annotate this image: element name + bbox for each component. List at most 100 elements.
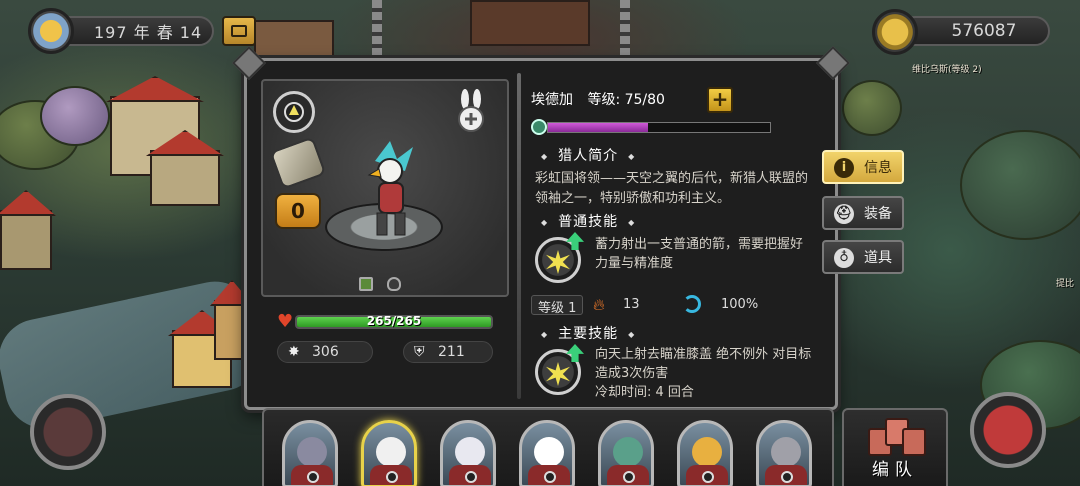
class-emblem-icon — [284, 102, 304, 122]
hp-bar: ♥ 265/265 — [277, 313, 493, 331]
house — [146, 130, 224, 206]
potion-icon: ♁ — [834, 248, 854, 268]
telescope-icon[interactable] — [269, 136, 327, 190]
gold-coin-icon — [872, 9, 918, 55]
chain-decoration — [372, 0, 382, 60]
class-mark-icon — [386, 471, 398, 483]
main-skill-description: 向天上射去瞄准膝盖 绝不例外 对目标造成3次伤害 冷却时间: 4 回合 — [595, 345, 813, 402]
battle-emblem-icon[interactable] — [970, 392, 1046, 468]
hunter-class-icon[interactable] — [273, 91, 315, 133]
helmet-icon: ⛑︎ — [834, 204, 854, 224]
hero-face — [771, 437, 801, 467]
hero-tags — [359, 277, 401, 291]
hero-level: 等级: 75/80 — [587, 92, 665, 108]
main-skill-icon[interactable] — [535, 344, 584, 395]
tab-info[interactable]: i 信息 — [822, 150, 904, 184]
tab-items[interactable]: ♁ 道具 — [822, 240, 904, 274]
tree — [960, 130, 1080, 240]
main-skill-cooldown: 冷却时间: 4 回合 — [595, 385, 694, 400]
xp-bar — [531, 119, 771, 135]
hero-face — [534, 437, 564, 467]
normal-skill-description: 蓄力射出一支普通的箭，需要把握好力量与精准度 — [595, 237, 804, 271]
xp-track — [547, 122, 771, 133]
hp-text: 265/265 — [366, 314, 422, 328]
house — [0, 190, 56, 270]
panel-divider — [517, 73, 521, 399]
tree — [40, 86, 110, 146]
normal-skill-icon[interactable] — [535, 232, 584, 283]
season-clock-icon[interactable] — [28, 8, 74, 54]
hero-name-row: 埃德加 等级: 75/80 — [531, 89, 665, 109]
house — [470, 0, 590, 46]
roster-portrait-3[interactable] — [440, 420, 496, 486]
hero-face — [455, 437, 485, 467]
defense-value: 211 — [438, 344, 465, 360]
shield-tag-icon — [387, 277, 401, 291]
flame-value: 13 — [623, 297, 640, 312]
roster-portrait-5[interactable] — [598, 420, 654, 486]
weapon-tag-icon — [359, 277, 373, 291]
upgrade-arrow-icon[interactable] — [566, 344, 584, 362]
rabbit-icon — [458, 89, 484, 132]
rank-number: 0 — [291, 199, 305, 223]
hero-roster — [262, 408, 834, 486]
roster-portrait-6[interactable] — [677, 420, 733, 486]
class-mark-icon — [544, 471, 556, 483]
bio-title: 猎人简介 — [541, 145, 635, 165]
arrow-volley-icon — [546, 362, 570, 386]
main-skill-title: 主要技能 — [541, 323, 635, 343]
date-text: 197 年 春 14 — [94, 23, 203, 42]
roster-portrait-2[interactable] — [361, 420, 417, 486]
class-mark-icon — [623, 471, 635, 483]
accuracy-icon — [683, 295, 701, 313]
main-skill-text: 向天上射去瞄准膝盖 绝不例外 对目标造成3次伤害 — [595, 347, 812, 381]
defense-stat: ⛨ 211 — [403, 341, 493, 363]
hero-figure — [355, 141, 425, 241]
tab-items-label: 道具 — [864, 250, 892, 266]
roster-portrait-7[interactable] — [756, 420, 812, 486]
calendar-icon — [231, 25, 247, 37]
class-mark-icon — [307, 471, 319, 483]
hero-face — [297, 437, 327, 467]
town-menu-icon[interactable] — [30, 394, 106, 470]
info-icon: i — [834, 158, 854, 178]
xp-fill — [548, 123, 648, 132]
plus-icon: + — [711, 87, 729, 111]
hero-details: 埃德加 等级: 75/80 + 猎人简介 彩虹国将领——天空之翼的后代，新猎人联… — [531, 79, 821, 402]
accuracy-value: 100% — [721, 297, 759, 312]
skill-level-badge: 等级 1 — [531, 295, 584, 316]
house — [254, 20, 334, 60]
flame-icon: 🔥︎ — [593, 295, 605, 314]
normal-skill-title: 普通技能 — [541, 211, 635, 231]
hero-info-panel: 0 ♥ 265/265 ✸ 306 ⛨ 211 埃德加 等级: 75/80 + … — [244, 58, 838, 410]
attack-stat: ✸ 306 — [277, 341, 373, 363]
rabbit-add-icon[interactable] — [451, 89, 491, 133]
class-mark-icon — [465, 471, 477, 483]
arrow-burst-icon — [546, 250, 570, 274]
defense-shield-icon: ⛨ — [414, 344, 425, 360]
tab-equipment-label: 装备 — [864, 206, 892, 222]
hero-face — [692, 437, 722, 467]
tree — [842, 80, 902, 136]
roster-portrait-4[interactable] — [519, 420, 575, 486]
team-formation-label: 编队 — [872, 460, 918, 480]
hero-portrait-view: 0 — [261, 79, 509, 297]
attack-value: 306 — [312, 344, 339, 360]
upgrade-arrow-icon[interactable] — [566, 232, 584, 250]
class-mark-icon — [781, 471, 793, 483]
calendar-button[interactable] — [222, 16, 256, 46]
team-formation-button[interactable]: 编队 — [842, 408, 948, 486]
hero-face — [376, 437, 406, 467]
hero-name: 埃德加 — [531, 92, 573, 108]
hero-face — [613, 437, 643, 467]
roster-portrait-1[interactable] — [282, 420, 338, 486]
class-mark-icon — [702, 471, 714, 483]
attack-burst-icon: ✸ — [288, 344, 300, 360]
level-up-button[interactable]: + — [707, 87, 733, 113]
npc-name-label: 维比乌斯(等级 2) — [912, 65, 982, 75]
rank-badge[interactable]: 0 — [275, 193, 321, 229]
tab-equipment[interactable]: ⛑︎ 装备 — [822, 196, 904, 230]
gold-display: 576087 — [900, 16, 1050, 46]
edge-map-label: 提比 — [1056, 279, 1075, 289]
tab-info-label: 信息 — [864, 160, 892, 176]
